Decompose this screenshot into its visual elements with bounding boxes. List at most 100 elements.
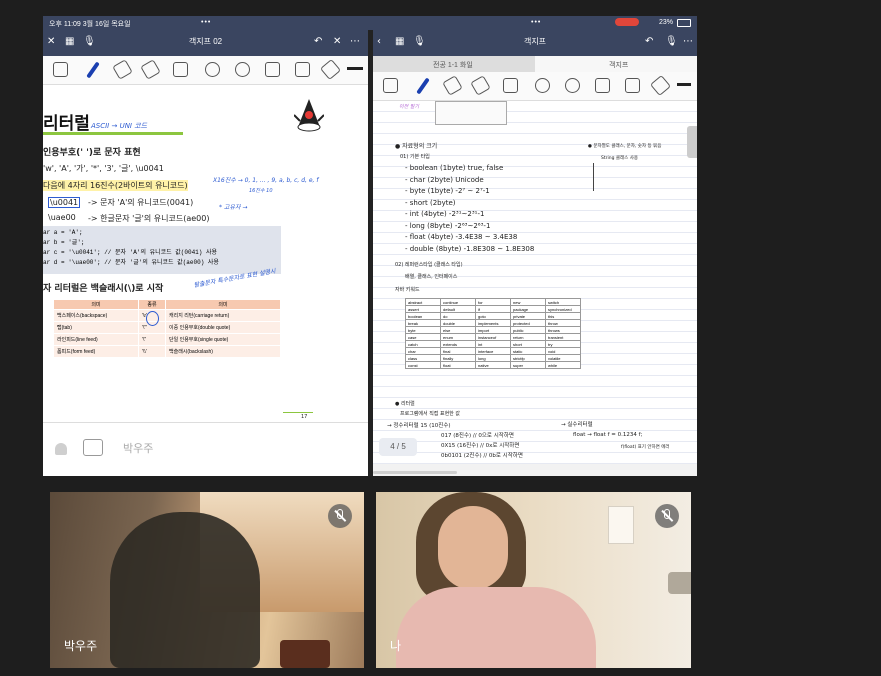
table-row: break double implements protected throw [405, 319, 581, 327]
type-row: - double (8byte) -1.8E308 ~ 1.8E308 [405, 244, 534, 256]
table-row: boolean do goto private this [405, 312, 581, 320]
type-row: - short (2byte) [405, 198, 534, 210]
type-name: - short [405, 198, 428, 207]
notes-sub-2-items: 배열, 클래스, 인터페이스 [405, 274, 458, 280]
uae00-desc: -> 한글문자 '글'의 유니코드(ae00) [88, 214, 210, 223]
table-row: char final interface static void [405, 347, 581, 355]
pen-tool-icon[interactable] [86, 61, 100, 79]
link-tool-icon[interactable] [649, 74, 672, 97]
type-name: - boolean [405, 164, 438, 172]
table-cell: while [545, 361, 581, 369]
more-icon[interactable]: ⋯ [350, 36, 360, 48]
table-cell: private [510, 312, 546, 320]
shapes-tool-icon[interactable] [503, 78, 518, 93]
undo-icon[interactable]: ↶ [314, 36, 322, 48]
table-row: assert default if package synchronized [405, 305, 581, 313]
text-tool-icon[interactable] [625, 78, 640, 93]
text-tool-icon[interactable] [295, 62, 310, 77]
handwritten-circle [146, 311, 159, 326]
table-cell: 단일 인용부호(single quote) [165, 333, 281, 346]
table-cell: 백슬래시(backslash) [165, 345, 281, 358]
shapes-tool-icon[interactable] [173, 62, 188, 77]
handwritten-hex-sub: 16진수 10 [249, 188, 273, 194]
participant-name: 박우주 [64, 639, 98, 653]
mic-muted-icon [328, 504, 352, 528]
line-width-icon[interactable] [347, 67, 363, 70]
type-size: (1byte) [439, 164, 466, 172]
green-rule [43, 132, 183, 135]
multitask-dots-icon[interactable]: ••• [201, 19, 211, 26]
notes-sub-2: 02) 레퍼런스타입 (클래스 타입) [395, 262, 463, 268]
table-cell: try [545, 340, 581, 348]
line-width-icon[interactable] [677, 83, 691, 86]
image-tool-icon[interactable] [265, 62, 280, 77]
undo-icon[interactable]: ↶ [645, 36, 653, 48]
side-note-2: String 클래스 사용 [601, 156, 638, 161]
table-cell: break [405, 319, 441, 327]
highlighter-tool-icon[interactable] [470, 75, 491, 96]
lasso-tool-icon[interactable] [535, 78, 550, 93]
type-size: (4byte) [421, 210, 447, 218]
table-cell: strictfp [510, 354, 546, 362]
eraser-tool-icon[interactable] [442, 75, 463, 96]
char-heading: 인용부호(' ')로 문자 표현 [43, 148, 141, 158]
table-cell: int [475, 340, 511, 348]
image-tool-icon[interactable] [595, 78, 610, 93]
table-cell: native [475, 361, 511, 369]
close-pen-icon[interactable]: ✕ [333, 36, 341, 48]
table-row: abstract continue for new switch [405, 298, 581, 306]
video-tile-participant-2[interactable]: 나 [376, 492, 691, 668]
lasso-image-tool-icon[interactable] [53, 62, 68, 77]
screen-share-icon[interactable] [83, 439, 103, 456]
chair-shape [280, 640, 330, 668]
lasso-tool-icon[interactable] [205, 62, 220, 77]
mic-muted-icon [655, 504, 679, 528]
more-icon[interactable]: ⋯ [683, 36, 693, 48]
escape-col-header: 의미 [165, 299, 281, 310]
door-handle [668, 572, 691, 594]
table-cell: catch [405, 340, 441, 348]
table-cell: do [440, 312, 476, 320]
char-examples: 'w', 'A', '가', '*', '3', '글', \u0041 [43, 164, 164, 173]
table-cell: interface [475, 347, 511, 355]
escape-table: 의미 종류 의미 백스페이스(backspace) '\r' 캐리지 리턴(ca… [53, 299, 281, 358]
eraser-tool-icon[interactable] [112, 59, 133, 80]
table-cell: implements [475, 319, 511, 327]
table-cell: char [405, 347, 441, 355]
slide-heading: 리터럴 [43, 114, 90, 134]
mic-off-icon[interactable]: 🎙 [665, 36, 678, 48]
bell-icon[interactable] [55, 443, 67, 455]
home-indicator-right[interactable] [373, 471, 457, 474]
table-cell: transient [545, 333, 581, 341]
highlighter-tool-icon[interactable] [140, 59, 161, 80]
pen-tool-icon[interactable] [416, 77, 430, 95]
type-size: (2byte) [429, 198, 456, 207]
table-cell: throws [545, 326, 581, 334]
link-tool-icon[interactable] [319, 58, 342, 81]
tab-bar: 전공 1-1 화일 ✕ 객지프 [373, 56, 697, 72]
type-size: (4byte) [427, 233, 454, 241]
right-bottom-strip [373, 464, 697, 476]
table-cell: volatile [545, 354, 581, 362]
side-handle[interactable] [687, 126, 697, 158]
status-time: 오후 11:09 3월 16일 목요일 [49, 21, 131, 28]
left-notes-pane: ✕ ▦ 🎙 객지프 02 ↶ ✕ ⋯ 리터럴 인용부호(' ')로 문자 표현 … [43, 30, 368, 476]
handwritten-ascii-note: ASCII → UNI 코드 [91, 122, 148, 130]
table-cell: 라인피드(line feed) [53, 333, 139, 346]
real-literal-example: float → float f = 0.1234 f; [573, 432, 643, 438]
sticker-tool-icon[interactable] [565, 78, 580, 93]
lasso-image-tool-icon[interactable] [383, 78, 398, 93]
table-cell: default [440, 305, 476, 313]
literal-line: → 정수리터럴 15 (10진수) [387, 423, 451, 429]
type-range: -2⁷ ~ 2⁷-1 [455, 187, 490, 195]
multitask-dots-icon-right[interactable]: ••• [531, 19, 541, 26]
home-indicator[interactable] [284, 471, 368, 474]
battery-icon [677, 19, 691, 27]
table-cell: enum [440, 333, 476, 341]
type-range: -2³¹~2³¹-1 [448, 210, 485, 218]
left-toolbar [43, 56, 368, 85]
video-tile-participant-1[interactable]: 박우주 [50, 492, 364, 668]
type-range: -3.4E38 ~ 3.4E38 [455, 233, 518, 241]
java-duke-logo [293, 97, 325, 133]
sticker-tool-icon[interactable] [235, 62, 250, 77]
